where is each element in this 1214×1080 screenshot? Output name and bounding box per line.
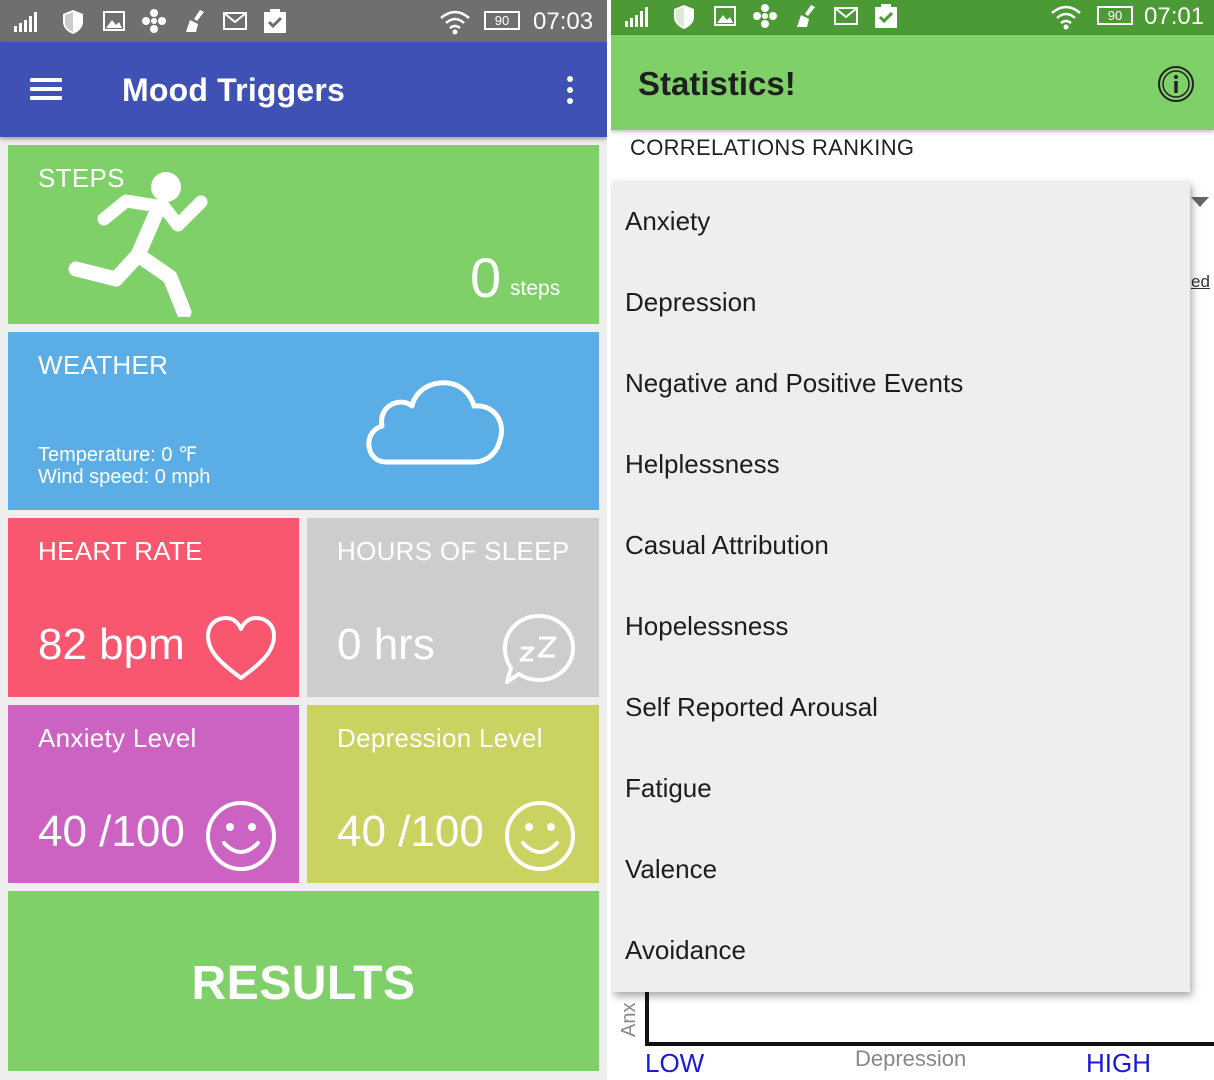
heart-icon <box>206 616 276 680</box>
right-phone-screen: 90 07:01 Statistics! CORRELATIONS RANKIN… <box>611 0 1214 1080</box>
dropdown-item-label: Helplessness <box>625 449 780 479</box>
dropdown-item-label: Hopelessness <box>625 611 789 641</box>
sleep-tile[interactable]: HOURS OF SLEEP 0 hrs <box>307 518 599 697</box>
dropdown-item-label: Avoidance <box>625 935 746 965</box>
overflow-menu-icon[interactable] <box>558 70 582 110</box>
chart-x-low-label: LOW <box>645 1048 705 1078</box>
running-person-icon <box>68 172 208 317</box>
steps-value: 0 <box>470 246 502 309</box>
smiley-icon <box>505 801 575 871</box>
steps-tile[interactable]: STEPS 0 steps <box>8 145 599 324</box>
clipped-link-text[interactable]: ed <box>1191 272 1210 292</box>
anxiety-level-label: Anxiety Level <box>38 723 197 753</box>
image-icon <box>103 11 125 31</box>
wifi-icon <box>440 10 470 35</box>
image-icon <box>714 6 736 26</box>
results-label: RESULTS <box>191 957 416 1010</box>
status-time: 07:01 <box>1144 3 1205 30</box>
weather-label: WEATHER <box>38 350 169 380</box>
battery-icon: 90 <box>484 11 520 30</box>
battery-icon: 90 <box>1097 6 1133 25</box>
shield-icon <box>63 10 83 34</box>
chart-y-axis <box>645 992 649 1045</box>
page-title: Statistics! <box>638 65 796 102</box>
dropdown-item-label: Casual Attribution <box>625 530 829 560</box>
dropdown-item-negative-positive-events[interactable]: Negative and Positive Events <box>612 343 1190 424</box>
chart-x-high-label: HIGH <box>1086 1048 1151 1078</box>
spinner-arrow-icon[interactable] <box>1191 197 1209 207</box>
hamburger-menu-icon[interactable] <box>26 72 68 106</box>
dropdown-item-self-reported-arousal[interactable]: Self Reported Arousal <box>612 667 1190 748</box>
app-bar: Statistics! <box>611 35 1214 130</box>
dropdown-item-label: Valence <box>625 854 718 884</box>
flower-icon <box>753 4 777 28</box>
wifi-icon <box>1051 5 1081 30</box>
status-bar: 90 07:01 <box>611 0 1214 35</box>
depression-level-label: Depression Level <box>337 723 543 753</box>
depression-level-value: 40 /100 <box>337 807 484 856</box>
battery-level: 90 <box>1107 8 1123 23</box>
signal-icon <box>625 7 648 27</box>
anxiety-level-tile[interactable]: Anxiety Level 40 /100 <box>8 705 299 883</box>
dropdown-item-avoidance[interactable]: Avoidance <box>612 910 1190 991</box>
sleep-value: 0 hrs <box>337 620 435 669</box>
status-bar: 90 07:03 <box>0 0 607 42</box>
results-button[interactable]: RESULTS <box>8 891 599 1071</box>
dropdown-item-label: Negative and Positive Events <box>625 368 964 398</box>
dropdown-item-anxiety[interactable]: Anxiety <box>612 181 1190 262</box>
dropdown-item-label: Depression <box>625 287 757 317</box>
broom-icon <box>186 10 204 32</box>
sleep-bubble-icon <box>503 614 575 684</box>
dropdown-item-casual-attribution[interactable]: Casual Attribution <box>612 505 1190 586</box>
steps-unit: steps <box>510 277 561 300</box>
dropdown-item-label: Self Reported Arousal <box>625 692 878 722</box>
dropdown-item-label: Fatigue <box>625 773 712 803</box>
smiley-icon <box>206 801 276 871</box>
status-time: 07:03 <box>533 8 594 35</box>
depression-level-tile[interactable]: Depression Level 40 /100 <box>307 705 599 883</box>
chart-y-axis-label: Anx <box>618 1002 640 1037</box>
left-phone-screen: 90 07:03 Mood Triggers STEPS 0 steps WEA… <box>0 0 607 1080</box>
mail-icon <box>223 12 247 30</box>
clipboard-check-icon <box>264 9 286 33</box>
dropdown-item-valence[interactable]: Valence <box>612 829 1190 910</box>
clipboard-check-icon <box>875 4 897 28</box>
correlations-ranking-label: CORRELATIONS RANKING <box>630 135 915 160</box>
cloud-icon <box>366 380 504 465</box>
page-title: Mood Triggers <box>122 72 346 108</box>
flower-icon <box>142 9 166 33</box>
chart-x-axis-label: Depression <box>855 1046 967 1071</box>
dropdown-item-depression[interactable]: Depression <box>612 262 1190 343</box>
shield-icon <box>674 5 694 29</box>
correlation-dropdown-menu: Anxiety Depression Negative and Positive… <box>612 181 1190 992</box>
weather-tile[interactable]: WEATHER Temperature: 0 ℉ Wind speed: 0 m… <box>8 332 599 510</box>
info-icon[interactable] <box>1157 65 1195 103</box>
anxiety-level-value: 40 /100 <box>38 807 185 856</box>
signal-icon <box>14 12 37 32</box>
heart-rate-label: HEART RATE <box>38 536 203 566</box>
dropdown-item-label: Anxiety <box>625 206 711 236</box>
heart-rate-tile[interactable]: HEART RATE 82 bpm <box>8 518 299 697</box>
dropdown-item-helplessness[interactable]: Helplessness <box>612 424 1190 505</box>
dropdown-item-fatigue[interactable]: Fatigue <box>612 748 1190 829</box>
broom-icon <box>797 5 815 27</box>
dropdown-item-hopelessness[interactable]: Hopelessness <box>612 586 1190 667</box>
wind-speed-text: Wind speed: 0 mph <box>38 466 211 488</box>
app-bar: Mood Triggers <box>0 42 607 137</box>
mail-icon <box>834 7 858 25</box>
sleep-label: HOURS OF SLEEP <box>337 536 570 566</box>
heart-rate-value: 82 bpm <box>38 620 185 669</box>
battery-level: 90 <box>494 13 510 28</box>
temperature-text: Temperature: 0 ℉ <box>38 444 198 466</box>
